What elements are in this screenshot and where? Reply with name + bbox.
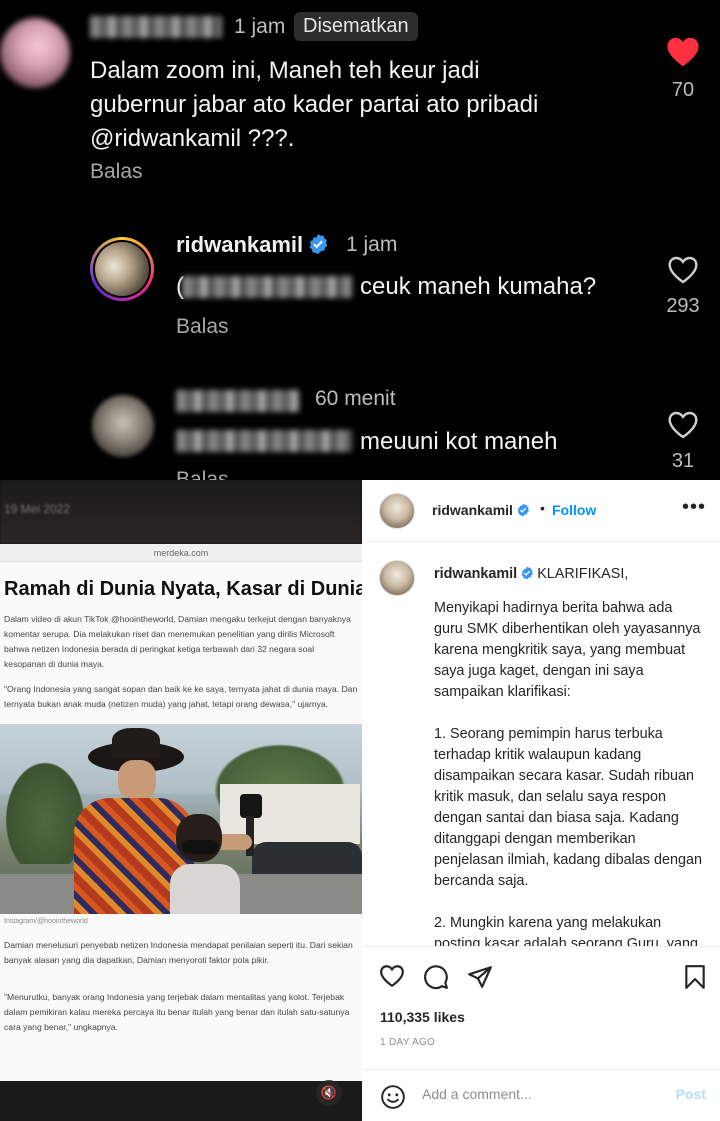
caption-username[interactable]: ridwankamil — [434, 566, 517, 582]
comment-text: meuuni kot maneh — [360, 428, 558, 455]
like-count: 70 — [671, 79, 695, 101]
blurred-mention — [182, 276, 352, 298]
caption-paragraph: Menyikapi hadirnya berita bahwa ada guru… — [434, 600, 701, 700]
like-count: 31 — [671, 450, 695, 472]
caption-text: Menyikapi hadirnya berita bahwa ada guru… — [434, 598, 704, 946]
comment-username: ridwankamil — [176, 232, 329, 258]
emoji-icon[interactable] — [380, 1084, 406, 1110]
verified-badge-icon — [517, 503, 529, 517]
comments-section: 1 jam Disematkan Dalam zoom ini, Maneh t… — [0, 0, 720, 480]
comment-time: 1 jam — [234, 15, 286, 38]
follow-button[interactable]: Follow — [552, 502, 596, 518]
ridwankamil-avatar[interactable] — [90, 237, 154, 301]
speaker-muted-icon: 🔇 — [320, 1085, 338, 1100]
mute-button[interactable]: 🔇 — [316, 1080, 342, 1106]
profile-avatar[interactable] — [379, 493, 415, 529]
article-card: merdeka.com Ramah di Dunia Nyata, Kasar … — [0, 544, 362, 1081]
comment-input[interactable]: Add a comment... — [422, 1086, 532, 1102]
post-button[interactable]: Post — [676, 1086, 706, 1102]
commenter-avatar[interactable] — [92, 395, 154, 457]
blurred-mention — [176, 430, 352, 452]
url-bar: merdeka.com — [0, 544, 362, 562]
article-paragraph: "Orang Indonesia yang sangat sopan dan b… — [4, 684, 358, 709]
commenter-avatar[interactable] — [0, 18, 70, 88]
reply-button[interactable]: Balas — [176, 315, 229, 339]
separator-dot: • — [540, 500, 545, 516]
article-top-strip: 19 Mei 2022 — [0, 480, 362, 544]
comment-line: gubernur jabar ato kader partai ato prib… — [90, 91, 539, 118]
post-actions: 110,335 likes 1 DAY AGO Add a comment...… — [362, 946, 720, 1121]
article-paragraph: "Menurutku, banyak orang Indonesia yang … — [4, 992, 350, 1032]
article-headline: Ramah di Dunia Nyata, Kasar di Dunia May… — [4, 578, 362, 600]
header-username[interactable]: ridwankamil — [432, 502, 530, 518]
caption-first-line: ridwankamil KLARIFIKASI, — [434, 566, 628, 582]
more-options-icon[interactable]: ••• — [682, 496, 706, 519]
blurred-username — [90, 16, 222, 38]
caption-avatar[interactable] — [379, 560, 415, 596]
instagram-post-panel: ridwankamil • Follow ••• ridwankamil KLAR… — [362, 480, 720, 1121]
article-paragraph: Damian menelusuri penyebab netizen Indon… — [4, 940, 353, 965]
username-text[interactable]: ridwankamil — [432, 502, 513, 518]
article-paragraph: Dalam video di akun TikTok @hoointheworl… — [4, 614, 351, 669]
caption-area: ridwankamil KLARIFIKASI, Menyikapi hadirn… — [362, 542, 720, 946]
caption-paragraph: 2. Mungkin karena yang melakukan posting… — [434, 915, 698, 946]
reply-button[interactable]: Balas — [176, 468, 229, 480]
reply-button[interactable]: Balas — [90, 160, 143, 184]
blurred-username — [176, 390, 300, 412]
photo-credit: Instagram/@hoointheworld — [4, 918, 88, 925]
bottom-strip — [0, 1081, 362, 1121]
comment-text: ceuk maneh kumaha? — [360, 273, 597, 300]
comment-line: Dalam zoom ini, Maneh teh keur jadi — [90, 57, 480, 84]
comment-time: 60 menit — [315, 387, 396, 410]
comment-bar: Add a comment... Post — [362, 1069, 720, 1121]
article-screenshot: 19 Mei 2022 merdeka.com Ramah di Dunia N… — [0, 480, 362, 1121]
like-count: 293 — [666, 295, 700, 317]
username-text: ridwankamil — [176, 232, 304, 257]
post-age: 1 DAY AGO — [380, 1037, 436, 1048]
bookmark-icon[interactable] — [684, 964, 706, 990]
heart-outline-icon[interactable] — [667, 255, 699, 285]
share-icon[interactable] — [467, 964, 493, 990]
comment-icon[interactable] — [423, 964, 449, 990]
caption-head: KLARIFIKASI, — [537, 566, 629, 582]
heart-icon[interactable] — [379, 964, 405, 988]
verified-badge-icon — [521, 566, 534, 580]
comment-text: Dalam zoom ini, Maneh teh keur jadi gube… — [90, 54, 538, 156]
post-header: ridwankamil • Follow ••• — [362, 480, 720, 542]
caption-paragraph: 1. Seorang pemimpin harus terbuka terhad… — [434, 726, 703, 889]
pinned-badge: Disematkan — [294, 12, 418, 41]
article-top-date: 19 Mei 2022 — [4, 502, 71, 516]
likes-count[interactable]: 110,335 likes — [380, 1009, 465, 1025]
heart-outline-icon[interactable] — [667, 410, 699, 440]
verified-badge-icon — [309, 233, 328, 255]
comment-time: 1 jam — [346, 233, 398, 256]
comment-line: @ridwankamil ???. — [90, 125, 295, 152]
article-photo — [0, 724, 362, 914]
heart-filled-icon[interactable] — [666, 36, 700, 68]
